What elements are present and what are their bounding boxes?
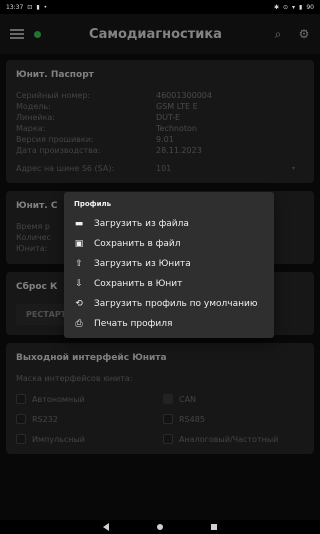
menu-item-load-from-unit[interactable]: ⇧ Загрузить из Юнита <box>64 254 274 274</box>
menu-item-load-from-file[interactable]: ▬ Загрузить из файла <box>64 214 274 234</box>
recent-apps-icon[interactable] <box>211 524 217 530</box>
profile-menu: Профиль ▬ Загрузить из файла ▣ Сохранить… <box>64 192 274 338</box>
restore-icon: ⟲ <box>75 299 83 309</box>
status-right: ✱ ⊙ ▾ ▮ 90 <box>274 4 314 11</box>
profile-menu-title: Профиль <box>74 200 112 208</box>
sim-icon: ▮ <box>36 3 40 11</box>
dot-icon: • <box>43 3 48 11</box>
system-nav-bar <box>0 520 320 534</box>
menu-item-label: Сохранить в файл <box>94 239 181 249</box>
menu-item-label: Загрузить из Юнита <box>94 259 191 269</box>
location-icon: ⊙ <box>283 3 289 11</box>
menu-item-save-to-unit[interactable]: ⇩ Сохранить в Юнит <box>64 274 274 294</box>
menu-item-label: Печать профиля <box>94 319 173 329</box>
menu-item-label: Загрузить профиль по умолчанию <box>94 299 258 309</box>
notification-icon: ⊡ <box>27 3 33 11</box>
menu-item-print-profile[interactable]: ⎙ Печать профиля <box>64 314 274 334</box>
wifi-icon: ▾ <box>292 3 296 11</box>
folder-icon: ▬ <box>74 219 84 229</box>
download-icon: ⇩ <box>75 279 83 289</box>
home-nav-icon[interactable] <box>157 524 163 530</box>
menu-item-label: Сохранить в Юнит <box>94 279 183 289</box>
status-bar: 13:37 ⊡ ▮ • ✱ ⊙ ▾ ▮ 90 <box>0 0 320 14</box>
print-icon: ⎙ <box>75 319 83 329</box>
bluetooth-icon: ✱ <box>273 3 279 11</box>
back-nav-icon[interactable] <box>103 523 109 531</box>
battery-percent: 90 <box>306 3 314 11</box>
menu-item-load-default-profile[interactable]: ⟲ Загрузить профиль по умолчанию <box>64 294 274 314</box>
save-icon: ▣ <box>74 239 84 249</box>
menu-item-save-to-file[interactable]: ▣ Сохранить в файл <box>64 234 274 254</box>
status-left: 13:37 ⊡ ▮ • <box>6 4 47 11</box>
status-time: 13:37 <box>6 3 24 11</box>
battery-icon: ▮ <box>299 3 303 11</box>
upload-icon: ⇧ <box>75 259 83 269</box>
menu-item-label: Загрузить из файла <box>94 219 189 229</box>
